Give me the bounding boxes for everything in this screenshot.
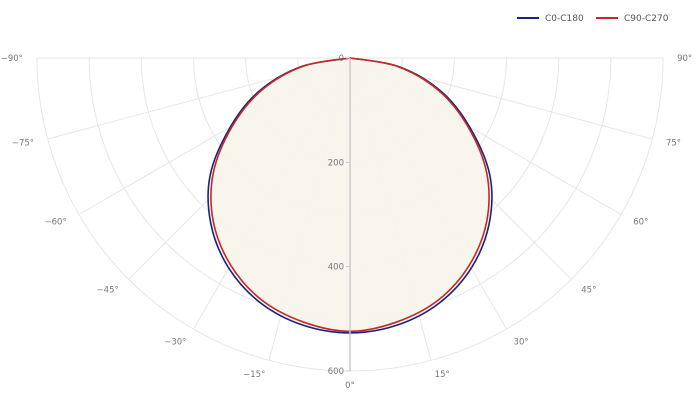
angle-tick-label: 30° xyxy=(514,337,529,347)
angle-tick-label: −75° xyxy=(12,139,34,149)
angle-tick-label: 90° xyxy=(677,54,692,64)
radial-tick-label: 200 xyxy=(328,158,344,168)
angle-tick-label: 75° xyxy=(666,139,681,149)
angle-tick-label: −15° xyxy=(243,370,265,380)
angle-tick-label: 45° xyxy=(581,285,596,295)
radial-tick-label: 0 xyxy=(339,54,344,64)
angle-tick-label: −45° xyxy=(97,285,119,295)
angle-tick-label: −60° xyxy=(45,218,67,228)
legend-label: C90-C270 xyxy=(624,14,669,24)
angle-tick-label: 0° xyxy=(345,381,355,391)
legend-item-c90-c270[interactable]: C90-C270 xyxy=(596,14,669,24)
angle-tick-label: 15° xyxy=(435,370,450,380)
angle-tick-label: −90° xyxy=(1,54,23,64)
legend-label: C0-C180 xyxy=(545,14,584,24)
radial-tick-label: 600 xyxy=(328,367,344,377)
legend-item-c0-c180[interactable]: C0-C180 xyxy=(517,14,584,24)
radial-tick-label: 400 xyxy=(328,263,344,273)
angle-tick-label: −30° xyxy=(164,337,186,347)
angle-tick-label: 60° xyxy=(633,218,648,228)
polar-chart: 0 200 400 600 −90° −75° −60° −45° −30° −15° 0° 15°… xyxy=(1,14,692,391)
legend[interactable]: C0-C180 C90-C270 xyxy=(517,14,669,24)
